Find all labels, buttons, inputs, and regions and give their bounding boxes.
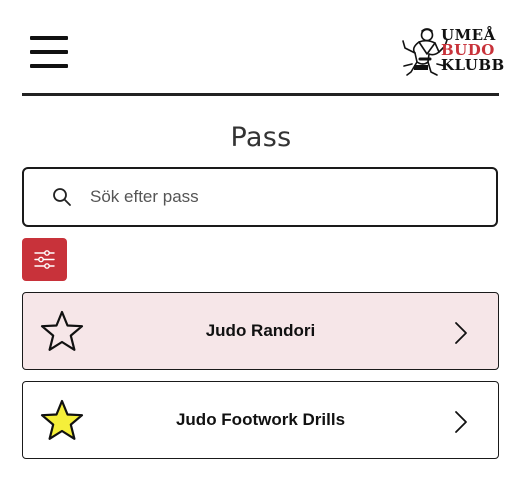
hamburger-menu-icon[interactable] <box>30 36 68 68</box>
page-title: Pass <box>230 122 292 153</box>
session-card[interactable]: Judo Randori <box>22 292 499 370</box>
club-logo[interactable]: UMEÅ BUDO KLUBB <box>401 26 504 78</box>
session-label: Judo Randori <box>205 321 316 340</box>
header: UMEÅ BUDO KLUBB <box>22 0 504 96</box>
favorite-star-outline-icon[interactable] <box>40 310 84 352</box>
club-logo-text: UMEÅ BUDO KLUBB <box>441 28 505 73</box>
search-box[interactable] <box>22 167 498 227</box>
sliders-icon <box>34 250 55 269</box>
logo-line-3: KLUBB <box>441 56 505 74</box>
session-label: Judo Footwork Drills <box>175 410 346 429</box>
header-divider <box>22 93 499 96</box>
chevron-right-icon <box>454 321 468 345</box>
filter-button[interactable] <box>22 238 67 281</box>
chevron-right-icon <box>454 410 468 434</box>
search-input[interactable] <box>90 183 470 211</box>
session-card[interactable]: Judo Footwork Drills <box>22 381 499 459</box>
favorite-star-filled-icon[interactable] <box>40 399 84 441</box>
search-icon[interactable] <box>52 187 72 207</box>
